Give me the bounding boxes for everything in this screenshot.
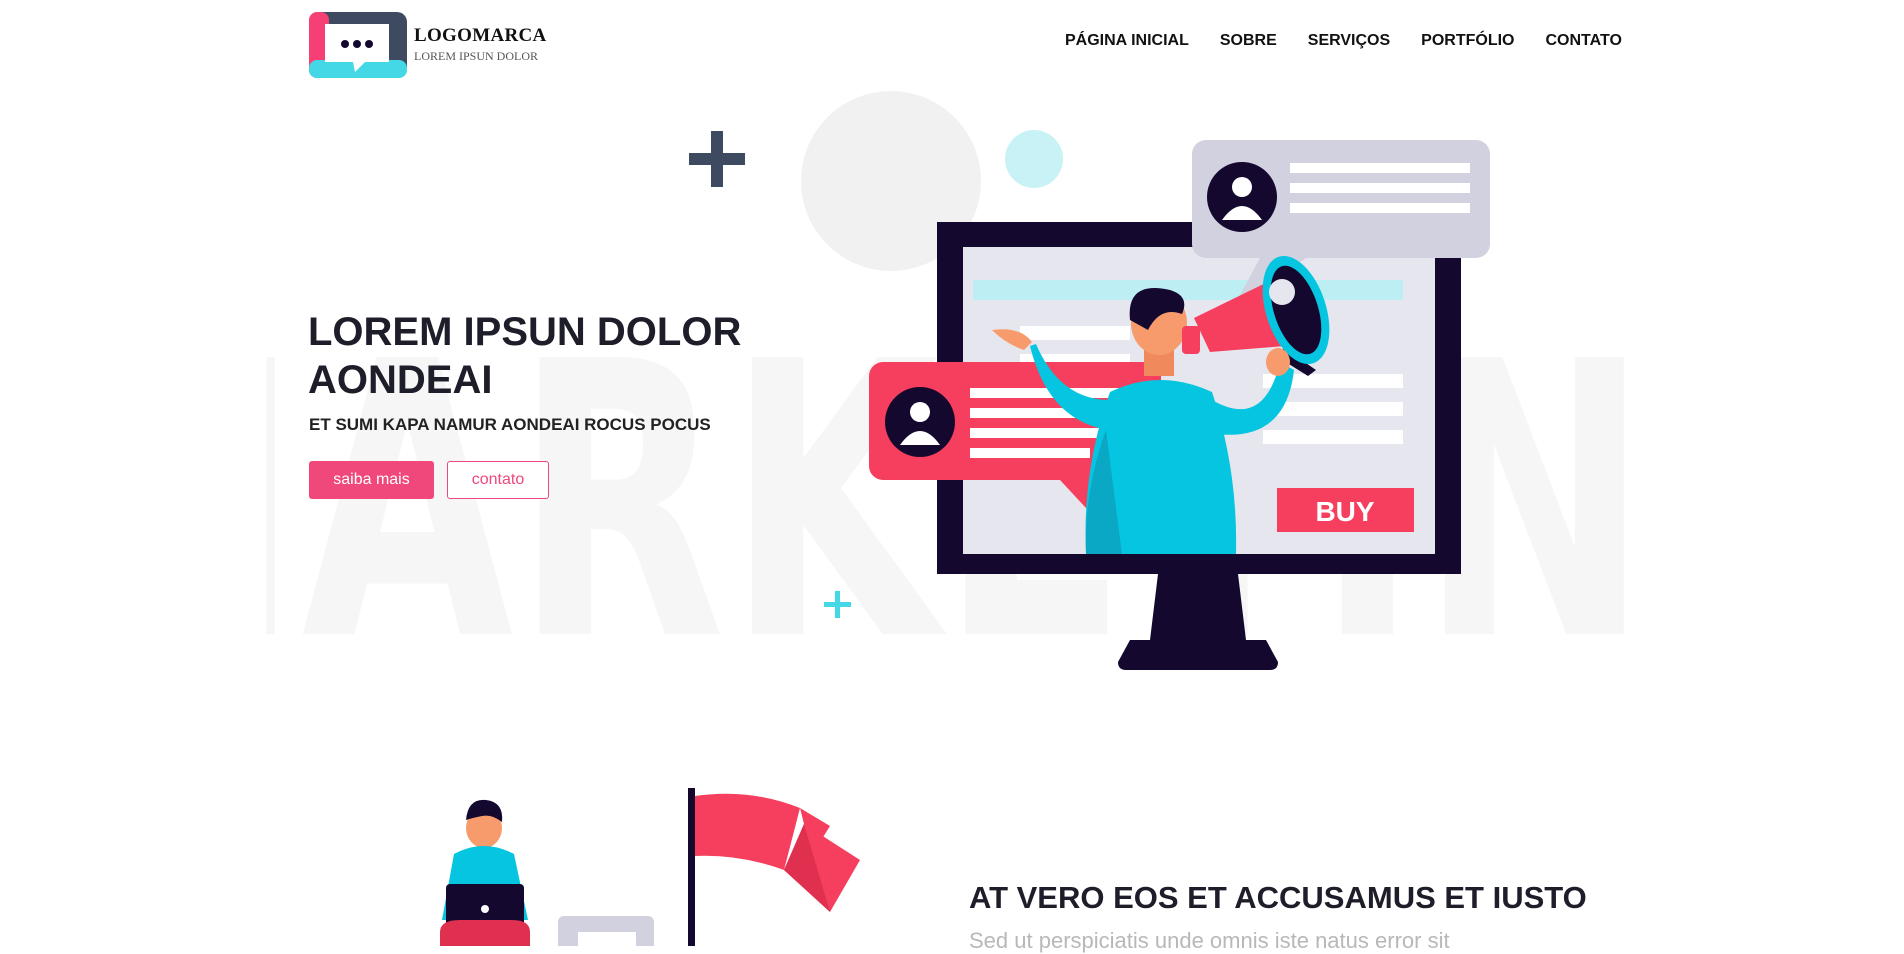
section2-title: AT VERO EOS ET ACCUSAMUS ET IUSTO [969, 880, 1587, 915]
learn-more-button[interactable]: saiba mais [309, 461, 434, 499]
contact-button[interactable]: contato [447, 461, 549, 499]
hero-subtitle: ET SUMI KAPA NAMUR AONDEAI ROCUS POCUS [309, 415, 711, 434]
section2-subtitle: Sed ut perspiciatis unde omnis iste natu… [969, 928, 1450, 953]
hero-illustration: BUY [869, 140, 1490, 670]
section2-illustration [440, 788, 860, 946]
hero-title: LOREM IPSUN DOLOR AONDEAI [308, 310, 742, 402]
buy-label: BUY [1315, 496, 1374, 527]
